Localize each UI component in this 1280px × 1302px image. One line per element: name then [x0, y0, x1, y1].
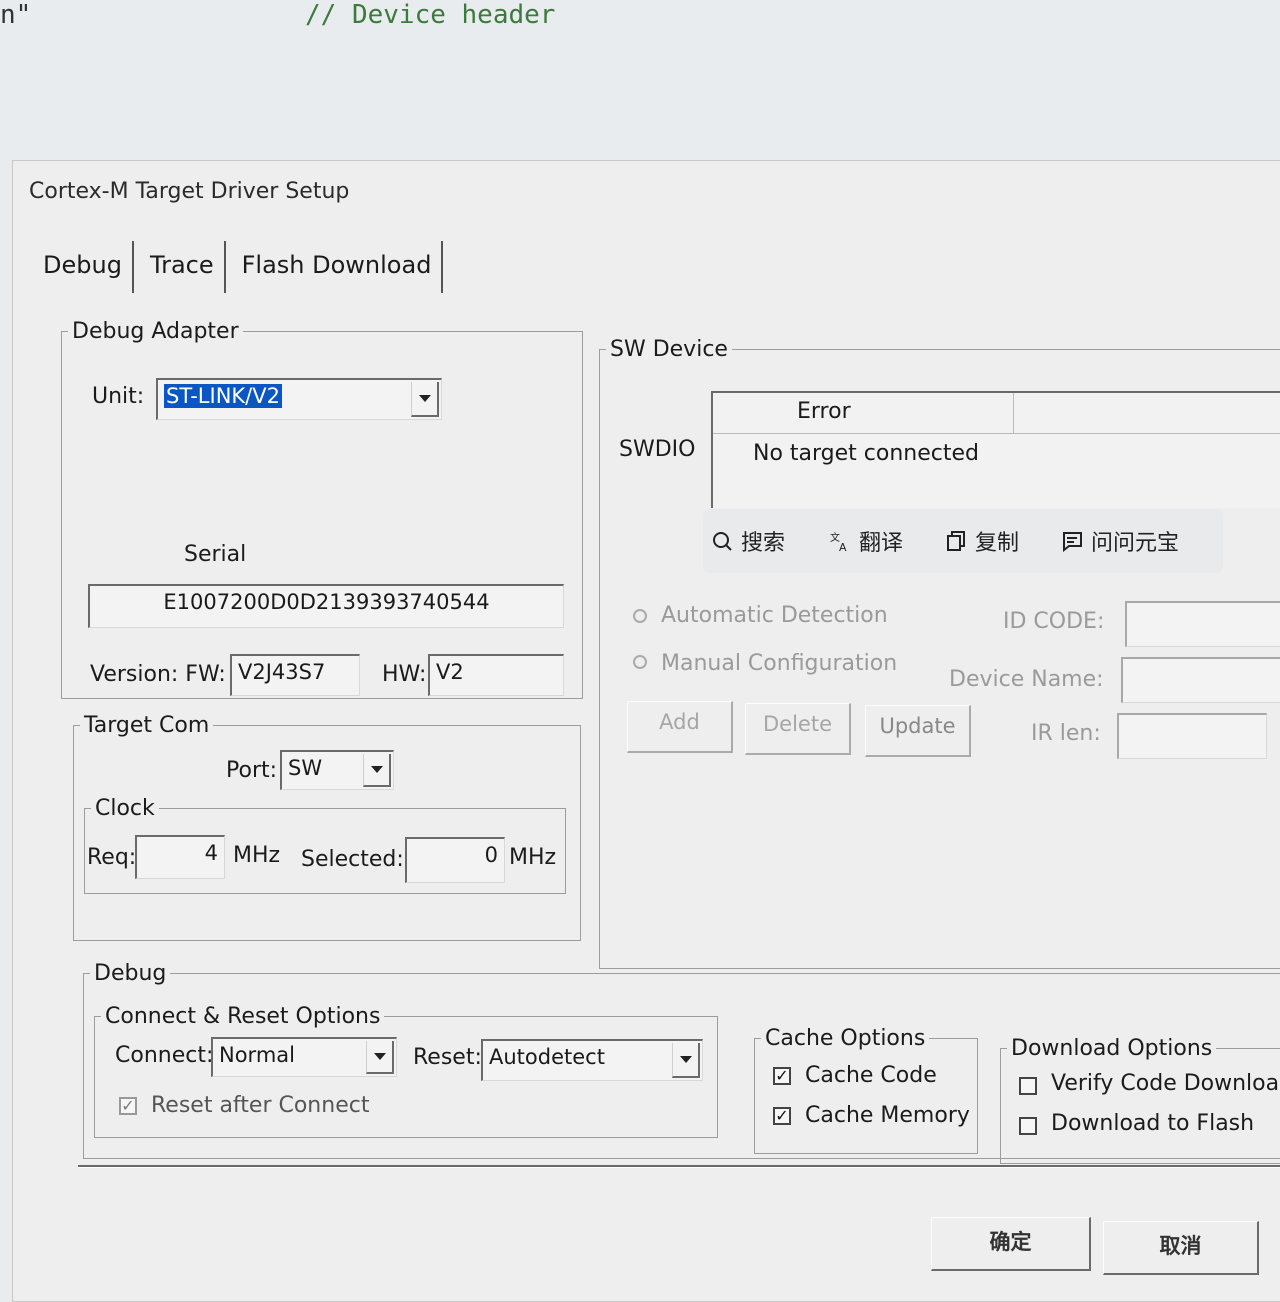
unit-label: Unit:	[92, 384, 145, 409]
selection-toolbar: 搜索 文A 翻译 复制 问问元宝	[703, 509, 1223, 573]
connect-label: Connect:	[115, 1043, 214, 1068]
tab-bar: Debug Trace Flash Download	[33, 241, 449, 293]
reset-after-connect-checkbox[interactable]: ✓	[119, 1097, 137, 1115]
port-select[interactable]: SW	[280, 750, 394, 790]
dialog-title: Cortex-M Target Driver Setup	[29, 179, 350, 204]
translate-label: 翻译	[859, 531, 904, 556]
ask-action[interactable]: 问问元宝	[1061, 525, 1179, 557]
target-com-legend: Target Com	[84, 713, 210, 738]
error-message: No target connected	[753, 441, 979, 466]
reset-label: Reset:	[413, 1045, 482, 1070]
auto-detection-label: Automatic Detection	[661, 603, 888, 628]
delete-button[interactable]: Delete	[745, 703, 851, 755]
id-code-field	[1125, 601, 1280, 647]
code-editor-line: n" // Device header	[0, 0, 1280, 60]
cache-options-group: Cache Options ✓ Cache Code ✓ Cache Memor…	[754, 1026, 978, 1154]
selected-label: Selected:	[301, 847, 404, 872]
table-header-cell-2	[1013, 393, 1280, 434]
port-value: SW	[288, 756, 323, 780]
cache-code-checkbox[interactable]: ✓	[773, 1067, 791, 1085]
code-comment: // Device header	[305, 0, 556, 30]
hw-label: HW:	[382, 662, 427, 687]
auto-detection-radio[interactable]	[633, 609, 647, 623]
clock-group: Clock Req: 4 MHz Selected: 0 MHz	[84, 796, 566, 894]
serial-field[interactable]: E1007200D0D2139393740544	[88, 584, 564, 628]
req-clock-field[interactable]: 4	[135, 835, 225, 879]
verify-code-label: Verify Code Downloa	[1051, 1071, 1280, 1096]
device-name-label: Device Name:	[949, 667, 1104, 692]
chevron-down-icon[interactable]	[672, 1043, 700, 1078]
debug-adapter-legend: Debug Adapter	[72, 319, 239, 344]
chevron-down-icon[interactable]	[363, 754, 391, 787]
add-button[interactable]: Add	[627, 701, 733, 753]
cache-memory-checkbox[interactable]: ✓	[773, 1107, 791, 1125]
debug-group: Debug Connect & Reset Options Connect: N…	[83, 961, 1280, 1164]
sw-device-legend: SW Device	[610, 337, 728, 362]
debug-adapter-group: Debug Adapter Unit: ST-LINK/V2 Serial E1…	[61, 319, 583, 699]
svg-text:A: A	[839, 541, 847, 552]
download-to-flash-label: Download to Flash	[1051, 1111, 1255, 1136]
download-to-flash-checkbox[interactable]	[1019, 1117, 1037, 1135]
search-icon	[713, 532, 732, 551]
chevron-down-icon[interactable]	[366, 1041, 394, 1074]
manual-config-radio[interactable]	[633, 655, 647, 669]
cancel-button[interactable]: 取消	[1103, 1221, 1259, 1275]
tab-trace[interactable]: Trace	[140, 241, 226, 293]
port-label: Port:	[226, 758, 278, 783]
download-options-group: Download Options Verify Code Downloa Dow…	[1000, 1036, 1280, 1164]
connect-value: Normal	[219, 1043, 295, 1067]
translate-action[interactable]: 文A 翻译	[829, 525, 903, 557]
error-header: Error	[797, 399, 851, 424]
copy-label: 复制	[975, 531, 1020, 556]
chat-icon	[1063, 532, 1082, 552]
target-driver-setup-dialog: Cortex-M Target Driver Setup Debug Trace…	[12, 160, 1280, 1302]
hw-version-field[interactable]: V2	[428, 654, 564, 696]
reset-after-connect-label: Reset after Connect	[151, 1093, 370, 1118]
connect-reset-group: Connect & Reset Options Connect: Normal …	[94, 1004, 718, 1138]
device-name-field	[1121, 657, 1280, 703]
fw-version-field[interactable]: V2J43S7	[230, 654, 360, 696]
tab-flash-download[interactable]: Flash Download	[232, 241, 444, 293]
update-button[interactable]: Update	[865, 705, 971, 757]
target-com-group: Target Com Port: SW Clock Req: 4 MHz Sel…	[73, 713, 581, 941]
table-header-cell	[713, 393, 1014, 434]
debug-legend: Debug	[94, 961, 167, 986]
mhz-label-2: MHz	[509, 845, 557, 870]
ask-label: 问问元宝	[1091, 531, 1180, 556]
copy-action[interactable]: 复制	[945, 525, 1019, 557]
unit-select[interactable]: ST-LINK/V2	[156, 378, 442, 420]
swdio-label: SWDIO	[619, 437, 696, 462]
id-code-label: ID CODE:	[1003, 609, 1105, 634]
download-options-legend: Download Options	[1011, 1036, 1213, 1061]
search-action[interactable]: 搜索	[711, 525, 785, 557]
reset-select[interactable]: Autodetect	[481, 1039, 703, 1081]
translate-icon: 文A	[830, 531, 847, 552]
verify-code-checkbox[interactable]	[1019, 1077, 1037, 1095]
connect-select[interactable]: Normal	[211, 1037, 397, 1077]
clock-legend: Clock	[95, 796, 155, 821]
tab-debug[interactable]: Debug	[33, 241, 134, 293]
footer-divider	[78, 1165, 1280, 1168]
chevron-down-icon[interactable]	[411, 382, 439, 417]
manual-config-label: Manual Configuration	[661, 651, 898, 676]
cache-options-legend: Cache Options	[765, 1026, 926, 1051]
req-label: Req:	[87, 845, 137, 870]
code-fragment: n"	[0, 0, 32, 30]
ir-len-field	[1117, 713, 1267, 759]
serial-label: Serial	[184, 542, 247, 567]
ok-button[interactable]: 确定	[931, 1217, 1091, 1271]
reset-value: Autodetect	[489, 1045, 605, 1069]
mhz-label-1: MHz	[233, 843, 281, 868]
search-label: 搜索	[741, 531, 786, 556]
sw-device-table[interactable]: Error No target connected	[711, 391, 1280, 508]
version-fw-label: Version: FW:	[90, 662, 226, 687]
connect-reset-legend: Connect & Reset Options	[105, 1004, 381, 1029]
unit-value: ST-LINK/V2	[164, 384, 282, 408]
copy-icon	[947, 531, 965, 551]
ir-len-label: IR len:	[1031, 721, 1101, 746]
selected-clock-field: 0	[405, 837, 505, 883]
cache-memory-label: Cache Memory	[805, 1103, 970, 1128]
cache-code-label: Cache Code	[805, 1063, 937, 1088]
